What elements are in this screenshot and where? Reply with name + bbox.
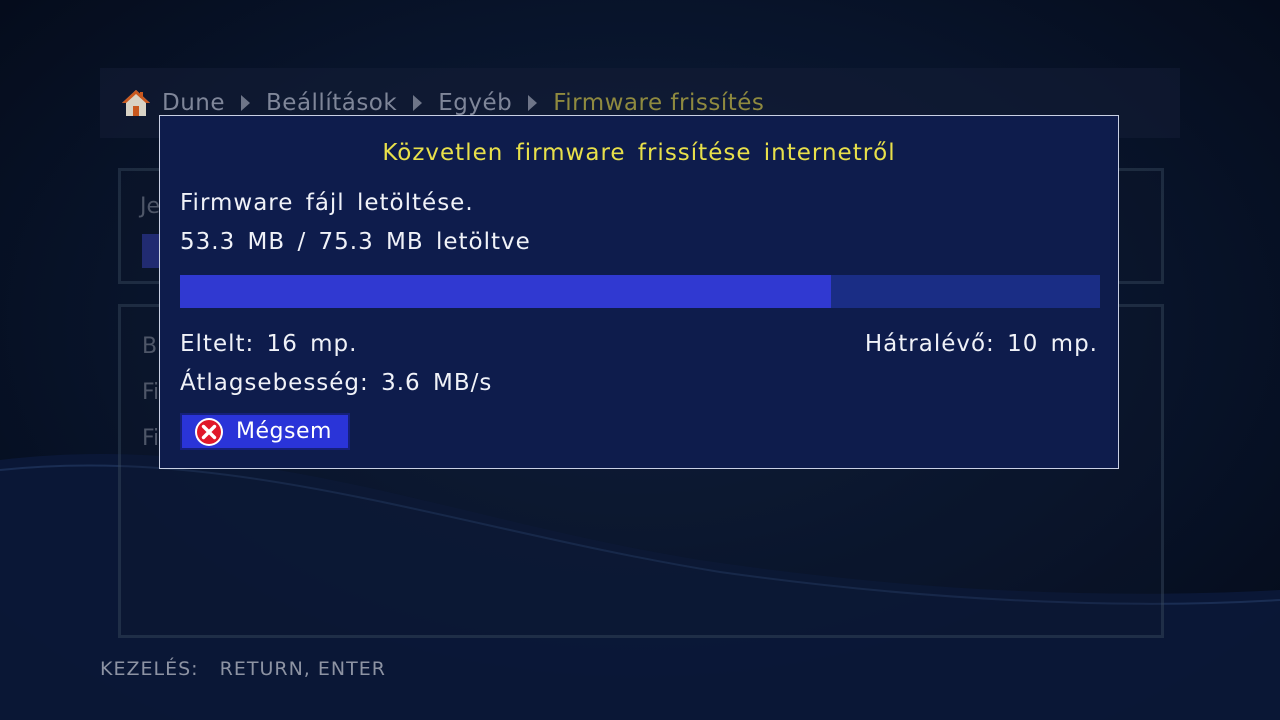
elapsed-time-text: Eltelt: 16 mp. (180, 331, 358, 357)
breadcrumb-item-active: Firmware frissítés (553, 90, 765, 116)
download-progress-fill (180, 275, 832, 308)
close-circle-icon (195, 417, 223, 446)
breadcrumb-item-other: Egyéb (438, 90, 513, 116)
chevron-right-icon (413, 95, 423, 111)
home-icon (122, 90, 150, 116)
download-size-text: 53.3 MB / 75.3 MB letöltve (180, 229, 531, 255)
dialog-title: Közvetlen firmware frissítése internetrő… (382, 140, 896, 166)
download-progress-bar (180, 275, 1100, 308)
background-row-label: B (142, 334, 158, 359)
breadcrumb-item-settings: Beállítások (266, 90, 398, 116)
download-status-text: Firmware fájl letöltése. (180, 190, 474, 216)
breadcrumb-item-dune: Dune (162, 90, 226, 116)
background-row-label: Fi (142, 380, 160, 405)
background-row-label: Je (140, 194, 161, 219)
remaining-time-text: Hátralévő: 10 mp. (864, 331, 1098, 357)
chevron-right-icon (241, 95, 251, 111)
cancel-button[interactable]: Mégsem (180, 413, 350, 450)
firmware-update-dialog: Közvetlen firmware frissítése internetrő… (159, 115, 1119, 469)
controls-hint: KEZELÉS: RETURN, ENTER (100, 658, 386, 680)
screen: Dune Beállítások Egyéb Firmware frissíté… (0, 0, 1280, 720)
cancel-button-label: Mégsem (236, 419, 332, 444)
background-row-label: Fi (142, 426, 160, 451)
average-speed-text: Átlagsebesség: 3.6 MB/s (180, 370, 493, 396)
chevron-right-icon (528, 95, 538, 111)
